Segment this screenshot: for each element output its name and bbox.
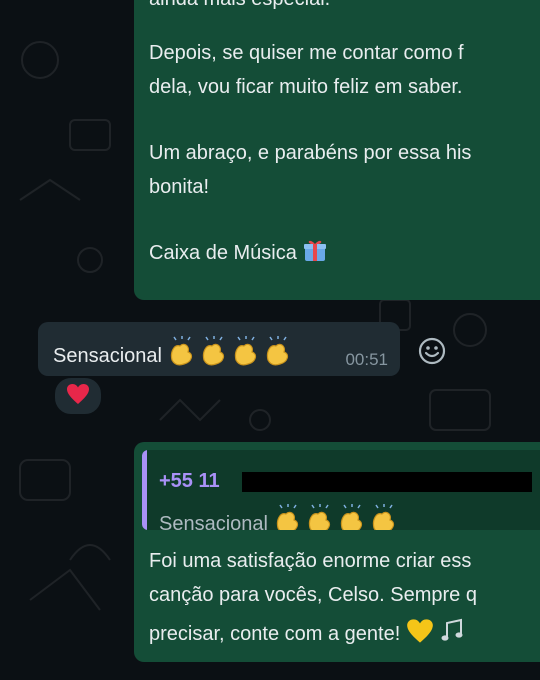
message-line: precisar, conte com a gente!: [149, 618, 467, 650]
signature-text: Caixa de Música: [149, 242, 297, 264]
message-line: bonita!: [149, 176, 210, 198]
message-line: Foi uma satisfação enorme criar ess: [149, 550, 472, 572]
yellow-heart-icon: [406, 618, 434, 650]
musical-notes-icon: [439, 618, 467, 650]
message-line-text: precisar, conte com a gente!: [149, 623, 401, 645]
message-line: ainda mais especial.: [149, 0, 330, 16]
message-reaction-badge[interactable]: [53, 376, 103, 416]
message-text: Sensacional: [53, 336, 296, 372]
message-line: Um abraço, e parabéns por essa his: [149, 142, 472, 164]
quote-text: Sensacional: [159, 504, 402, 530]
quoted-message[interactable]: +55 11 Sensacional: [142, 450, 540, 530]
quote-text-label: Sensacional: [159, 513, 268, 530]
clapping-hands-icon: [274, 504, 402, 530]
message-line: Depois, se quiser me contar como f: [149, 42, 464, 64]
message-line: dela, vou ficar muito feliz em saber.: [149, 76, 463, 98]
clapping-hands-icon: [168, 336, 296, 372]
red-heart-icon: [66, 383, 90, 410]
quote-accent-bar: [142, 450, 147, 530]
gift-icon: [302, 237, 328, 274]
outgoing-message-bubble[interactable]: ainda mais especial. Depois, se quiser m…: [134, 0, 540, 300]
add-reaction-smiley-icon[interactable]: [418, 337, 446, 365]
quote-sender: +55 11: [159, 470, 220, 492]
redacted-phone-number: [242, 472, 532, 492]
message-line: canção para vocês, Celso. Sempre q: [149, 584, 477, 606]
incoming-message-bubble[interactable]: Sensacional 00:51: [38, 322, 400, 376]
message-text-label: Sensacional: [53, 345, 162, 367]
message-signature: Caixa de Música: [149, 236, 328, 274]
outgoing-reply-bubble[interactable]: +55 11 Sensacional Foi uma satisfação en…: [134, 442, 540, 662]
message-time: 00:51: [345, 350, 388, 369]
